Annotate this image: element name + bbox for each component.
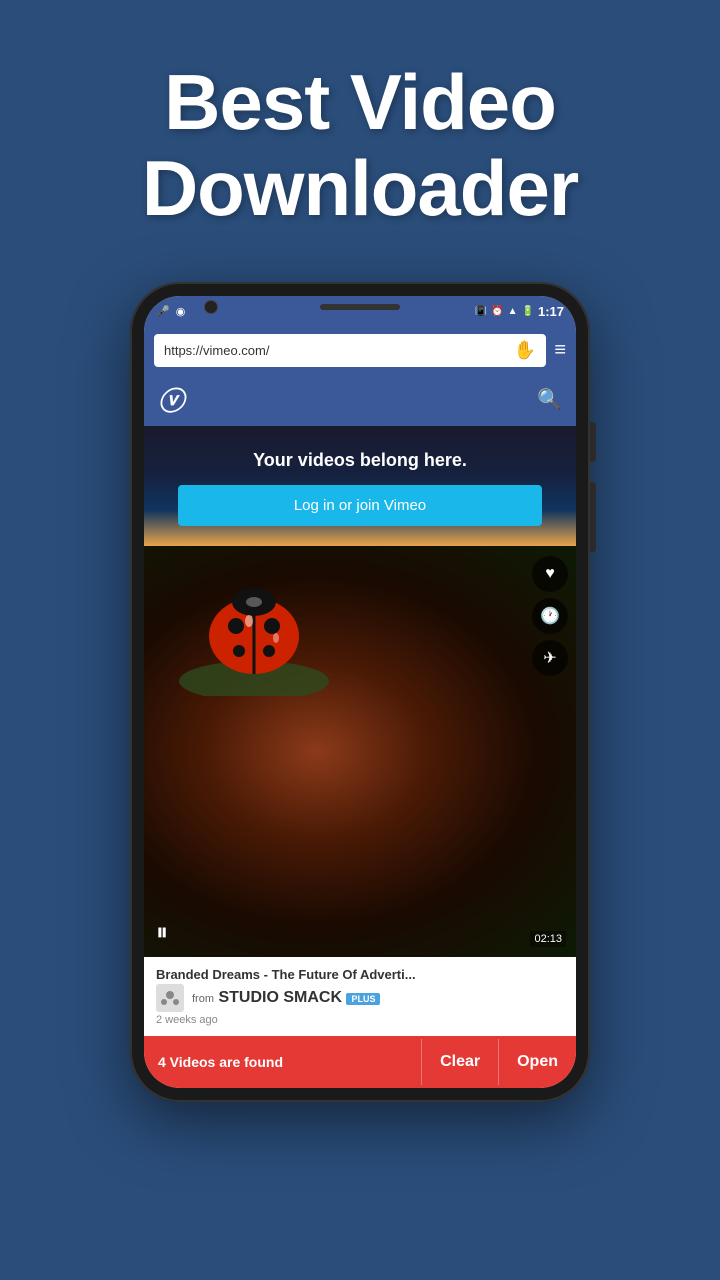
video-metadata: from STUDIO SMACK PLUS [156,984,564,1012]
video-player: ♥ 🕐 ✈ ⏸ 02:13 [144,546,576,957]
ladybug-thumbnail [174,566,334,696]
studio-name: STUDIO SMACK [218,989,342,1006]
plus-badge: PLUS [346,993,380,1005]
from-label: from [192,993,214,1005]
phone-screen: 🎤 ◉ 📳 ⏰ ▲ 🔋 1:17 https://vimeo.com/ ✋ ≡ [144,296,576,1088]
phone-mockup: 🎤 ◉ 📳 ⏰ ▲ 🔋 1:17 https://vimeo.com/ ✋ ≡ [0,282,720,1102]
hero-section: Your videos belong here. Log in or join … [144,426,576,546]
video-background: ♥ 🕐 ✈ ⏸ 02:13 [144,546,576,957]
headline-line1: Best Video [164,58,556,146]
hand-icon: ✋ [514,340,536,361]
address-bar[interactable]: https://vimeo.com/ ✋ ≡ [144,328,576,373]
app-headline: Best Video Downloader [0,0,720,262]
menu-icon[interactable]: ≡ [554,339,566,362]
watchlater-button[interactable]: 🕐 [532,598,568,634]
login-button[interactable]: Log in or join Vimeo [178,485,542,526]
bottom-action-bar: 4 Videos are found Clear Open [144,1036,576,1088]
video-duration: 02:13 [530,931,566,947]
signal-icon: ▲ [508,306,518,317]
studio-icon [156,984,184,1012]
pause-button[interactable]: ⏸ [156,919,168,947]
share-button[interactable]: ✈ [532,640,568,676]
video-source-info: from STUDIO SMACK PLUS [192,989,380,1007]
open-button[interactable]: Open [498,1039,576,1085]
vimeo-navbar: ⓥ 🔍 [144,373,576,426]
video-age: 2 weeks ago [156,1014,564,1026]
videos-found-label: 4 Videos are found [144,1054,421,1070]
video-title: Branded Dreams - The Future Of Adverti..… [156,967,564,982]
battery-icon: 🔋 [522,306,534,317]
clear-button[interactable]: Clear [421,1039,498,1085]
alarm-icon: ⏰ [491,306,503,317]
phone-body: 🎤 ◉ 📳 ⏰ ▲ 🔋 1:17 https://vimeo.com/ ✋ ≡ [130,282,590,1102]
headline-line2: Downloader [142,144,578,232]
vibrate-icon: 📳 [475,306,487,317]
status-left-icons: 🎤 ◉ [156,305,185,318]
url-text: https://vimeo.com/ [164,343,269,358]
phone-camera [204,300,218,314]
url-bar[interactable]: https://vimeo.com/ ✋ [154,334,546,367]
vimeo-v-logo: ⓥ [158,387,184,416]
hero-tagline: Your videos belong here. [253,450,467,471]
vimeo-logo: ⓥ [158,381,184,418]
side-action-buttons: ♥ 🕐 ✈ [532,556,568,676]
status-time: 1:17 [538,304,564,319]
like-button[interactable]: ♥ [532,556,568,592]
wifi-icon: ◉ [176,305,186,318]
status-right-area: 📳 ⏰ ▲ 🔋 1:17 [475,304,564,319]
mic-icon: 🎤 [156,305,170,318]
search-icon[interactable]: 🔍 [537,387,562,412]
studio-logo [156,984,184,1012]
video-info-panel: Branded Dreams - The Future Of Adverti..… [144,957,576,1036]
phone-speaker [320,304,400,310]
video-controls: ⏸ [156,919,168,947]
volume-button [590,482,596,552]
power-button [590,422,596,462]
